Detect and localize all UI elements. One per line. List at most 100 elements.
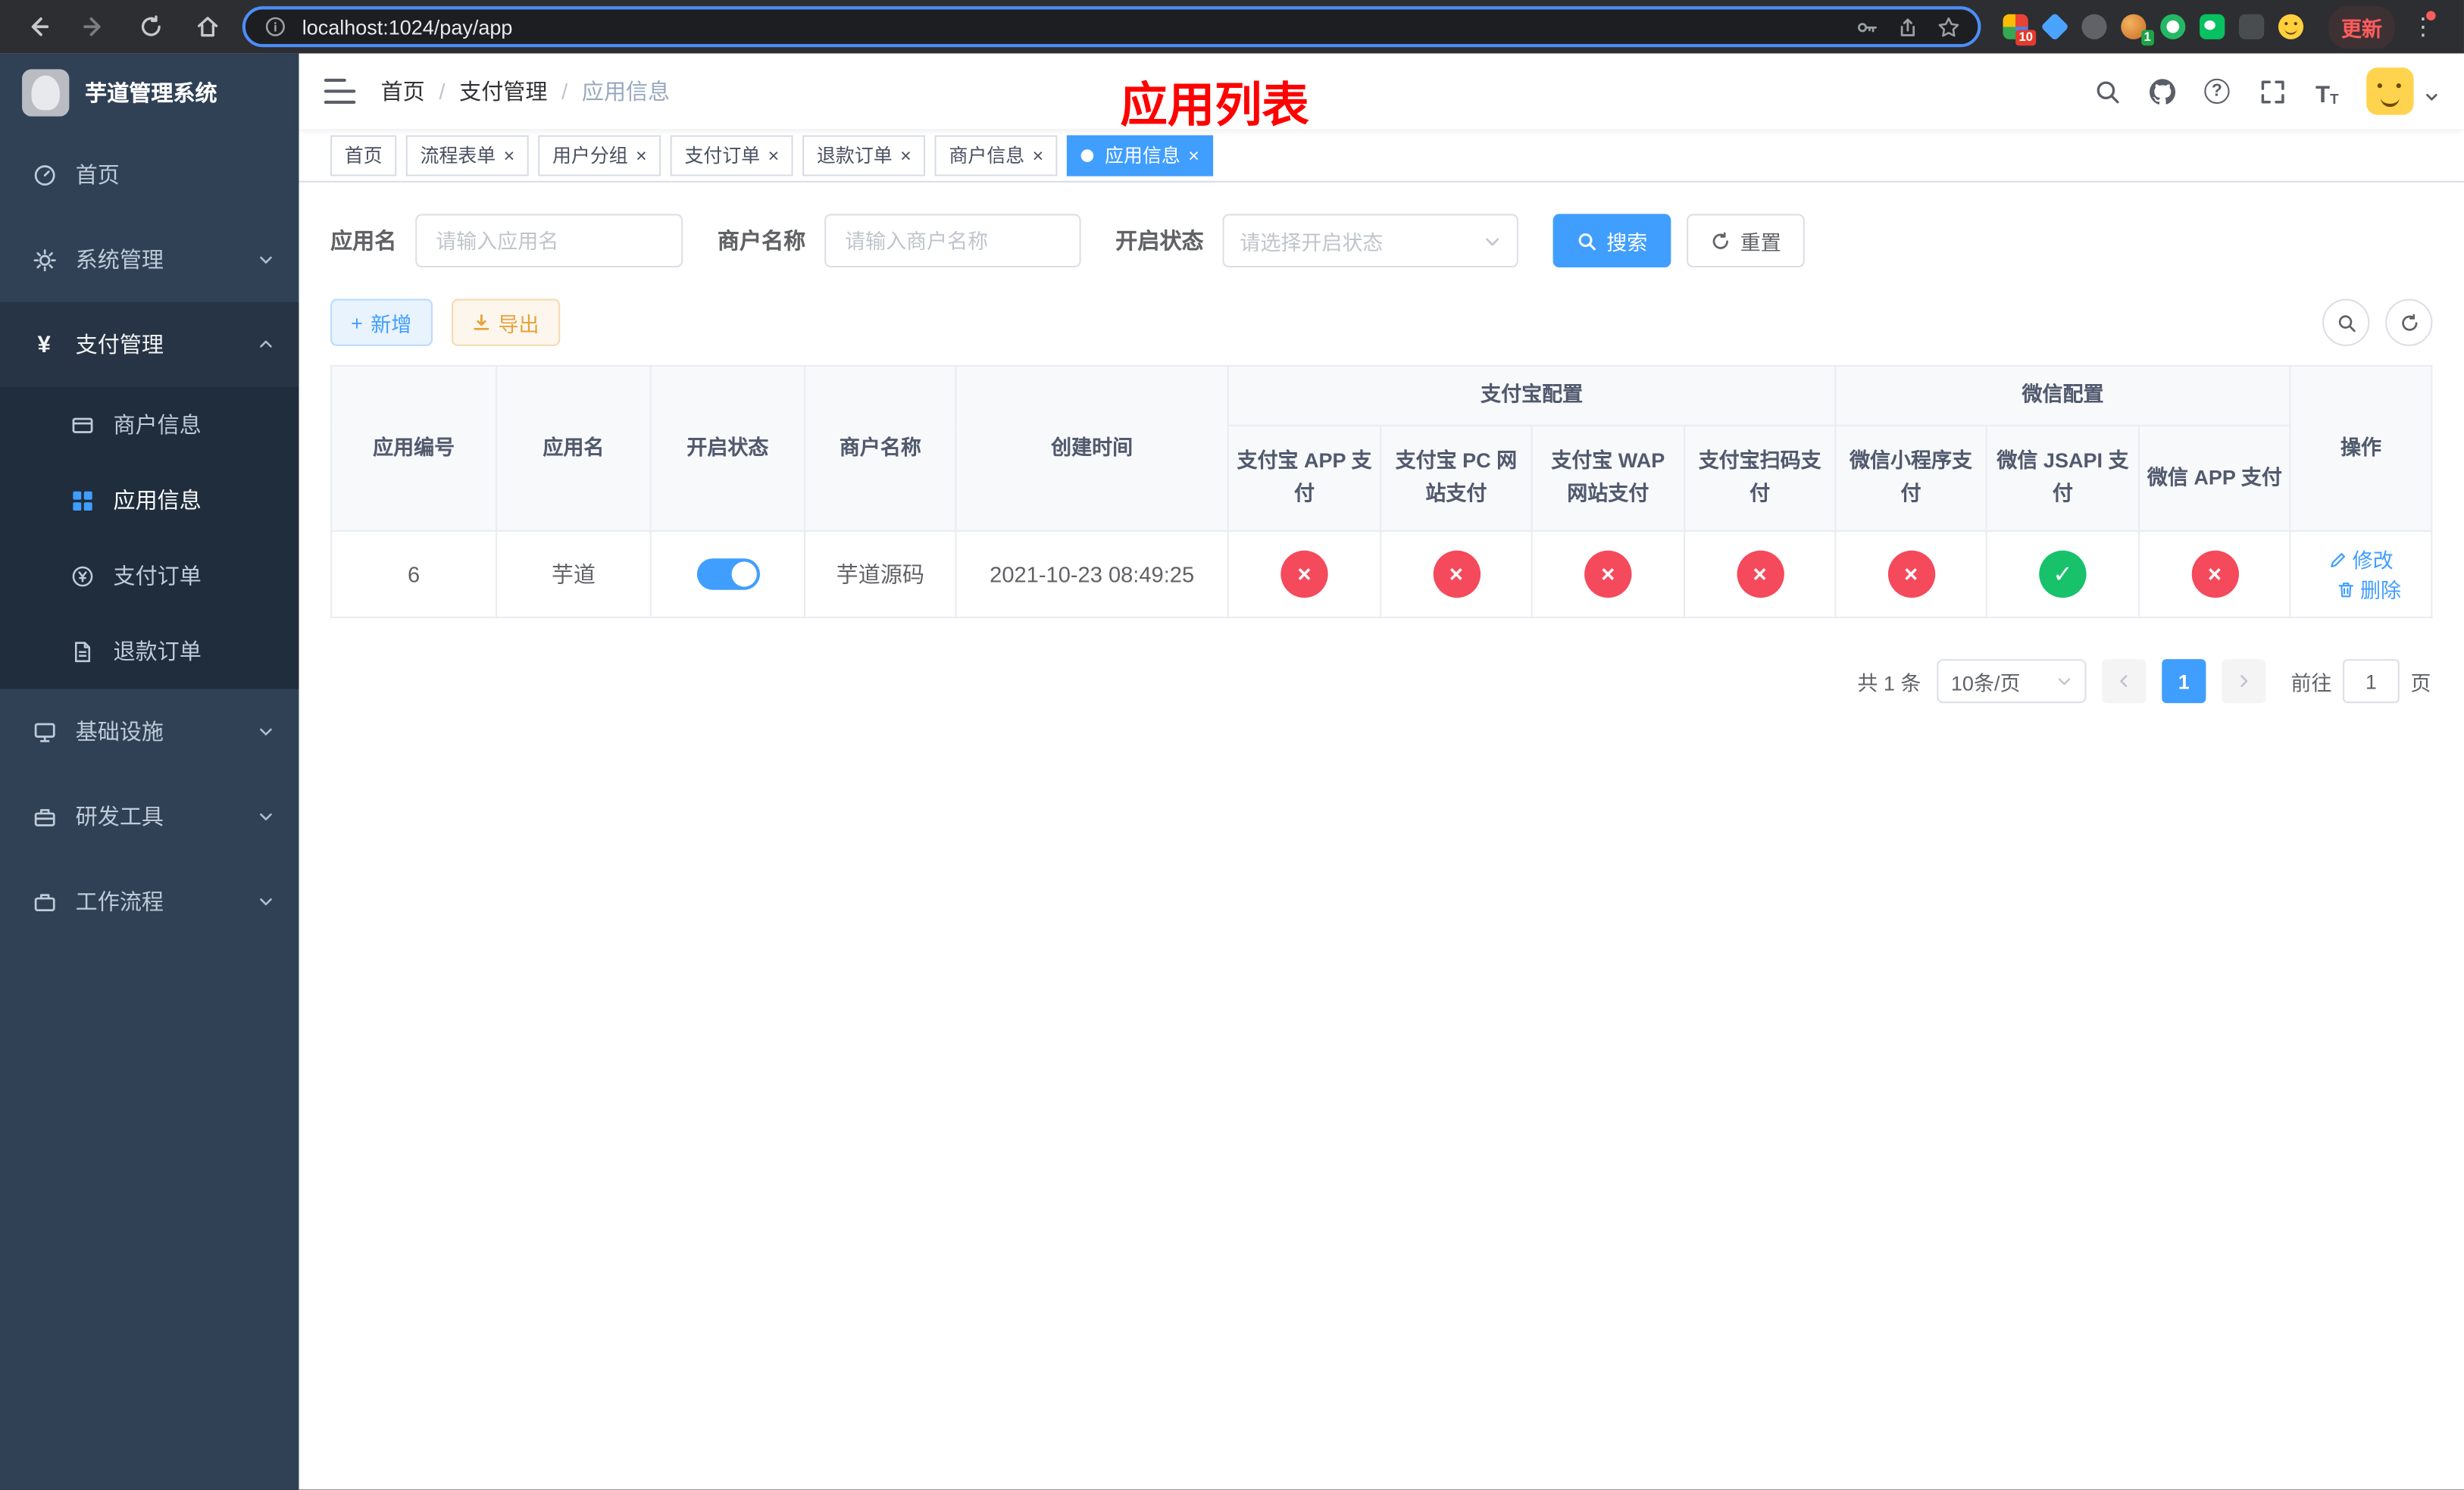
tab-home[interactable]: 首页	[330, 134, 397, 176]
status-select[interactable]: 请选择开启状态	[1222, 214, 1518, 268]
sidebar-item-infra[interactable]: 基础设施	[0, 689, 299, 774]
close-icon[interactable]: ×	[900, 145, 911, 164]
browser-toolbar: localhost:1024/pay/app 10 1 更新 ⋮	[0, 0, 2464, 54]
page-content: 应用名 商户名称 开启状态 请选择开启状态	[299, 182, 2464, 1490]
search-button[interactable]: 搜索	[1553, 214, 1671, 268]
show-search-icon-button[interactable]	[2322, 298, 2370, 346]
tab-merchant-info[interactable]: 商户信息 ×	[934, 134, 1058, 176]
tab-pay-order[interactable]: 支付订单 ×	[670, 134, 793, 176]
cell-create-time: 2021-10-23 08:49:25	[955, 529, 1229, 619]
next-page-button[interactable]	[2222, 659, 2266, 704]
extension-avatar-icon[interactable]: 1	[2121, 14, 2154, 46]
export-button[interactable]: 导出	[451, 298, 560, 346]
sidebar-item-workflow[interactable]: 工作流程	[0, 859, 299, 944]
bookmark-star-icon[interactable]	[1934, 13, 1962, 41]
home-icon[interactable]	[186, 5, 230, 48]
sidebar-item-payment[interactable]: ¥ 支付管理	[0, 301, 299, 387]
add-button[interactable]: + 新增	[330, 298, 433, 346]
sidebar-item-label: 研发工具	[75, 804, 164, 829]
sidebar-item-refund-order[interactable]: 退款订单	[0, 614, 299, 689]
close-icon[interactable]: ×	[636, 145, 647, 164]
sidebar-item-dev-tools[interactable]: 研发工具	[0, 774, 299, 859]
sidebar-item-label: 支付订单	[113, 563, 202, 589]
app-logo-row[interactable]: 芋道管理系统	[0, 54, 299, 133]
col-header-wechat-mini: 微信小程序支付	[1834, 424, 1987, 532]
site-info-icon[interactable]	[261, 13, 289, 41]
browser-window: localhost:1024/pay/app 10 1 更新 ⋮ 芋道管理系统 …	[0, 0, 2464, 1490]
search-icon	[1578, 233, 1596, 250]
col-header-status: 开启状态	[649, 364, 806, 532]
breadcrumb-separator: /	[439, 78, 446, 105]
github-icon[interactable]	[2146, 76, 2178, 108]
goto-page-input[interactable]	[2343, 659, 2400, 704]
font-size-icon[interactable]: TT	[2312, 76, 2344, 108]
extension-diamond-icon[interactable]	[2040, 12, 2069, 42]
sidebar-item-system[interactable]: 系统管理	[0, 217, 299, 302]
goto-label: 前往	[2290, 670, 2332, 695]
sidebar-item-home[interactable]: 首页	[0, 132, 299, 217]
refresh-icon	[1712, 231, 1728, 248]
gear-icon	[32, 247, 57, 272]
tab-process-form[interactable]: 流程表单 ×	[405, 134, 529, 176]
url-bar[interactable]: localhost:1024/pay/app	[242, 6, 1981, 48]
extension-face-icon[interactable]	[2278, 14, 2304, 39]
channel-status-icon: ✓	[2039, 550, 2087, 598]
forward-icon[interactable]	[73, 5, 117, 48]
close-icon[interactable]: ×	[1033, 145, 1044, 164]
browser-menu-icon[interactable]: ⋮	[2407, 11, 2439, 41]
sidebar: 芋道管理系统 首页 系统管理 ¥ 支付管理 商户信息 应用信息 支付订单 退款订…	[0, 53, 299, 1490]
chevron-left-icon	[2120, 675, 2128, 687]
table-toolbar: + 新增 导出	[330, 298, 2433, 346]
fullscreen-icon[interactable]	[2256, 76, 2288, 108]
refresh-icon[interactable]	[129, 5, 173, 48]
extension-green-circle-icon[interactable]	[2160, 14, 2186, 39]
goto-suffix-label: 页	[2410, 670, 2431, 695]
extension-grid-icon[interactable]: 10	[2003, 14, 2037, 46]
breadcrumb-item[interactable]: 支付管理	[459, 76, 547, 108]
status-toggle[interactable]	[696, 558, 759, 590]
avatar-dropdown-icon[interactable]	[2425, 83, 2439, 115]
refresh-table-button[interactable]	[2385, 298, 2433, 346]
document-icon	[69, 639, 94, 664]
page-number-button[interactable]: 1	[2162, 659, 2206, 704]
extension-wechat-icon[interactable]	[2200, 14, 2225, 39]
yen-icon: ¥	[37, 331, 51, 358]
delete-link[interactable]: 删除	[2337, 574, 2401, 604]
cell-app-id: 6	[330, 529, 498, 619]
close-icon[interactable]: ×	[768, 145, 780, 164]
tab-refund-order[interactable]: 退款订单 ×	[802, 134, 926, 176]
sidebar-item-app-info[interactable]: 应用信息	[0, 463, 299, 539]
download-icon	[473, 314, 489, 330]
tab-user-group[interactable]: 用户分组 ×	[538, 134, 661, 176]
page-size-select[interactable]: 10条/页	[1937, 659, 2087, 704]
prev-page-button[interactable]	[2102, 659, 2147, 704]
browser-update-button[interactable]: 更新	[2328, 5, 2395, 48]
chevron-down-icon	[258, 889, 274, 914]
col-header-wechat-app: 微信 APP 支付	[2138, 424, 2291, 532]
col-header-merchant-name: 商户名称	[804, 364, 957, 532]
edit-link[interactable]: 修改	[2328, 545, 2394, 574]
navbar-actions: ? TT	[2091, 67, 2439, 115]
sidebar-collapse-icon[interactable]	[324, 78, 356, 105]
back-icon[interactable]	[16, 5, 60, 48]
reset-button[interactable]: 重置	[1687, 214, 1805, 268]
sidebar-item-label: 首页	[75, 161, 120, 188]
close-icon[interactable]: ×	[504, 145, 515, 164]
merchant-name-label: 商户名称	[717, 228, 806, 254]
password-key-icon[interactable]	[1852, 13, 1880, 41]
breadcrumb-item[interactable]: 首页	[381, 76, 425, 108]
merchant-name-input[interactable]	[824, 214, 1081, 268]
sidebar-item-pay-order[interactable]: 支付订单	[0, 538, 299, 614]
search-icon[interactable]	[2091, 76, 2123, 108]
url-text[interactable]: localhost:1024/pay/app	[302, 15, 1840, 39]
breadcrumb-separator: /	[561, 78, 568, 105]
extension-puzzle-icon[interactable]	[2239, 14, 2265, 39]
help-icon[interactable]: ?	[2201, 76, 2233, 108]
app-name-input[interactable]	[415, 214, 683, 268]
share-icon[interactable]	[1893, 13, 1921, 41]
extension-dark-icon[interactable]	[2081, 14, 2107, 39]
user-avatar[interactable]	[2366, 67, 2414, 115]
close-icon[interactable]: ×	[1188, 145, 1199, 164]
tab-app-info[interactable]: 应用信息 ×	[1067, 134, 1214, 176]
sidebar-item-merchant-info[interactable]: 商户信息	[0, 387, 299, 463]
